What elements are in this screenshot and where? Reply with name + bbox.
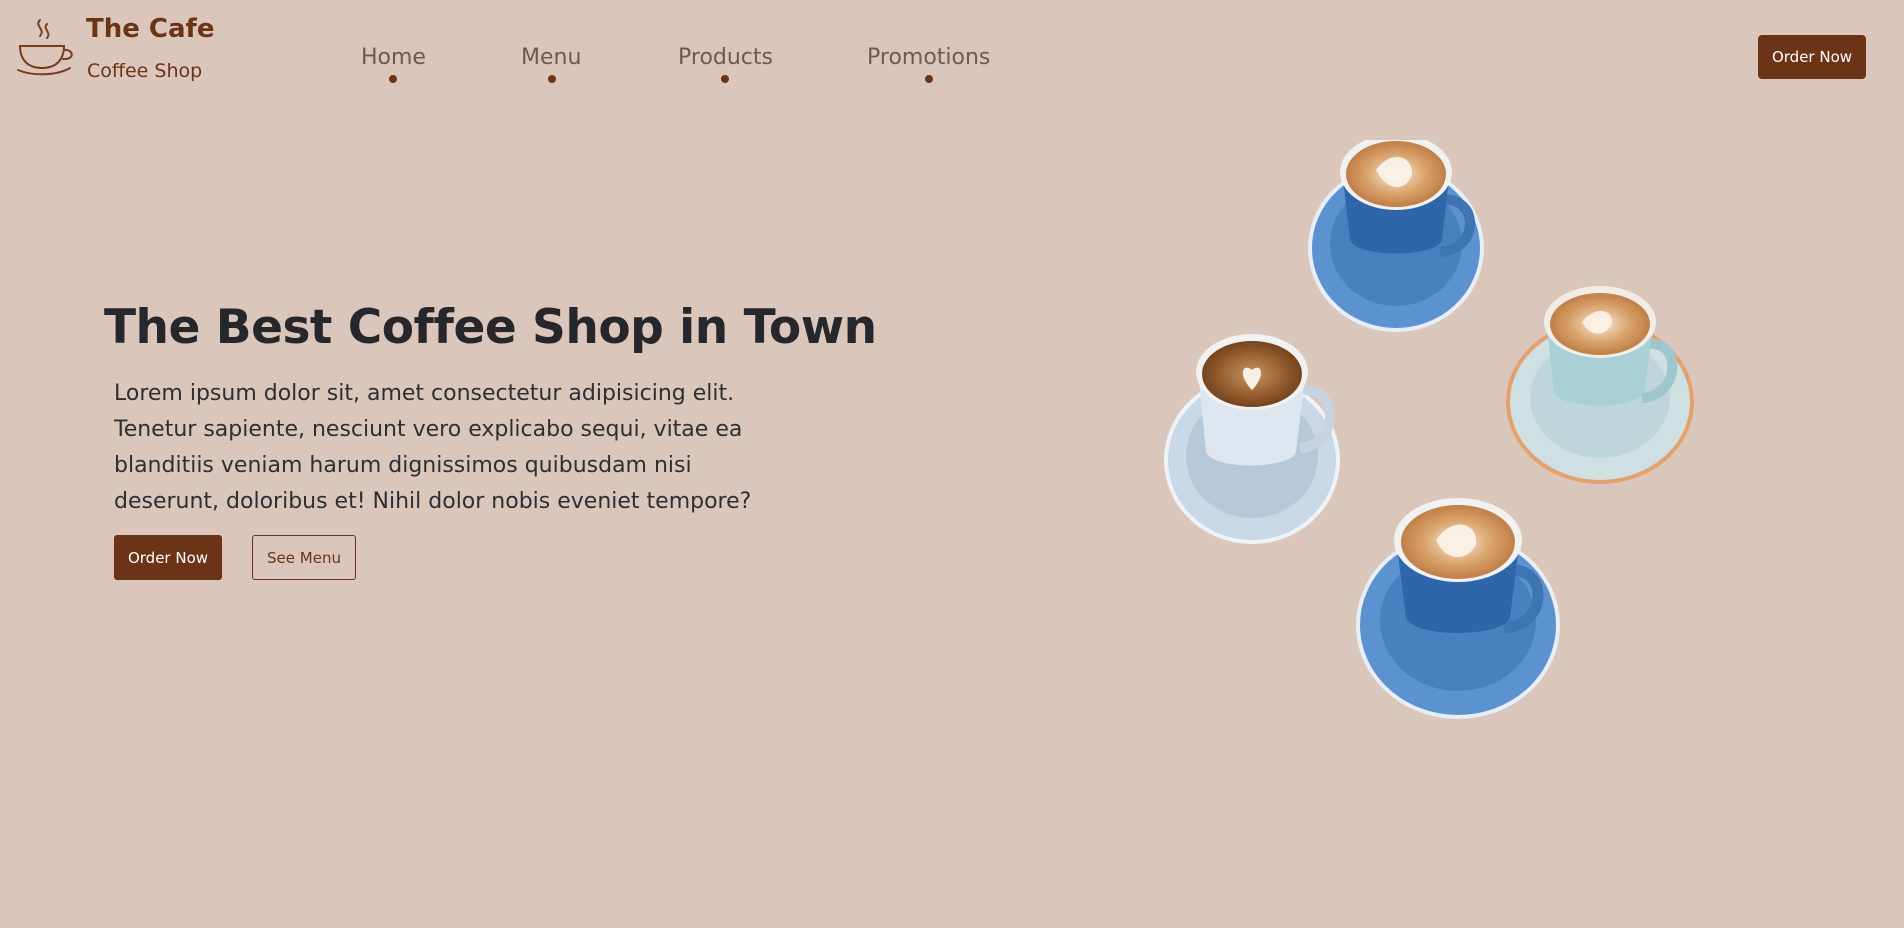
nav-promotions[interactable]: Promotions — [867, 45, 990, 70]
hero-description: Lorem ipsum dolor sit, amet consectetur … — [114, 381, 752, 514]
nav-promotions-indicator — [925, 75, 933, 83]
header-order-now-button[interactable]: Order Now — [1758, 35, 1866, 79]
nav-home[interactable]: Home — [361, 45, 426, 70]
blue-cup-top — [1308, 140, 1484, 332]
nav-menu[interactable]: Menu — [521, 45, 581, 70]
nav-menu-indicator — [548, 75, 556, 83]
site-header: The Cafe Coffee Shop Home Menu Products … — [0, 0, 1904, 110]
see-menu-button[interactable]: See Menu — [252, 535, 356, 580]
nav-products[interactable]: Products — [678, 45, 773, 70]
white-cup-left — [1164, 334, 1340, 544]
hero-title: The Best Coffee Shop in Town — [104, 300, 877, 355]
nav-home-indicator — [389, 75, 397, 83]
teal-cup-right — [1506, 286, 1694, 484]
nav-products-indicator — [721, 75, 729, 83]
brand-title[interactable]: The Cafe — [86, 14, 215, 44]
hero-order-now-button[interactable]: Order Now — [114, 535, 222, 580]
brand-subtitle: Coffee Shop — [87, 60, 203, 82]
coffee-cup-icon[interactable] — [14, 16, 78, 78]
blue-cup-bottom — [1356, 498, 1560, 719]
latte-cups-image — [1164, 140, 1694, 719]
